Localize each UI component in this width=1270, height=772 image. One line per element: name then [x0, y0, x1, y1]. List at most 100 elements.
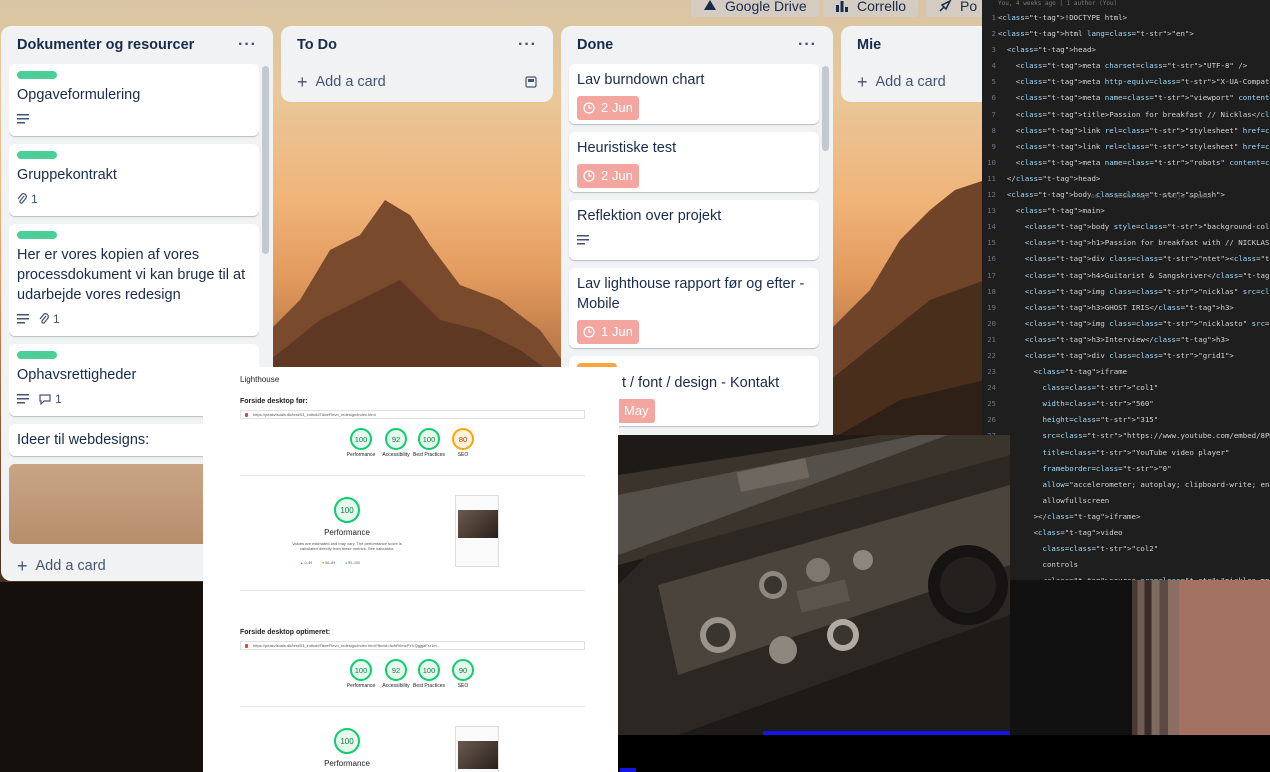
code-line[interactable]: <class="t-tag">h3>GHOST IRIS</class="t-t…	[998, 300, 1270, 316]
code-line[interactable]: class=class="t-str">"col1"	[998, 380, 1270, 396]
card-label[interactable]	[17, 151, 57, 159]
line-number: 2	[991, 29, 996, 39]
plus-icon: +	[17, 555, 28, 576]
code-line[interactable]: <class="t-tag">div class=class="t-str">"…	[998, 251, 1270, 267]
legend-average: ■ 50–89	[322, 561, 336, 565]
add-card-button[interactable]: + Add a card	[289, 64, 545, 100]
due-date-badge[interactable]: 1 Jun	[577, 320, 639, 344]
score-legend: ▲ 0–49 ■ 50–89 ● 90–100	[300, 561, 360, 565]
card-title: Gruppekontrakt	[17, 167, 117, 183]
score-label: Performance	[346, 452, 376, 458]
list-scrollbar[interactable]	[822, 66, 829, 151]
perf-description: Values are estimated and may vary. The p…	[292, 541, 402, 551]
card-lighthouse-rapport[interactable]: Lav lighthouse rapport før og efter - Mo…	[569, 268, 819, 348]
lighthouse-report-document: Lighthouse Forside desktop før: https://…	[203, 367, 619, 772]
code-line[interactable]: </class="t-tag">head>	[998, 171, 1270, 187]
code-line[interactable]: <class="t-tag">title>Passion for breakfa…	[998, 107, 1270, 123]
score-ring: 100	[350, 428, 372, 450]
card-processdokument[interactable]: Her er vores kopien af vores processdoku…	[9, 224, 259, 336]
perf-score-ring: 100	[334, 728, 360, 754]
list-title[interactable]: To Do	[297, 37, 337, 53]
due-date-badge[interactable]: 2 Jun	[577, 164, 639, 188]
code-line[interactable]: <class="t-tag">link rel=class="t-str">"s…	[998, 123, 1270, 139]
line-number: 7	[991, 109, 996, 119]
code-line[interactable]: <class="t-tag">link rel=class="t-str">"s…	[998, 139, 1270, 155]
legend-pass: ● 90–100	[345, 561, 360, 565]
card-opgaveformulering[interactable]: Opgaveformulering	[9, 64, 259, 136]
code-line[interactable]: <class="t-tag">h3>Interview</class="t-ta…	[998, 332, 1270, 348]
list-menu-icon[interactable]: ···	[518, 36, 537, 54]
line-number: 12	[987, 190, 996, 200]
code-line[interactable]: title=class="t-str">"YouTube video playe…	[998, 445, 1270, 461]
lighthouse-title: Lighthouse	[240, 375, 280, 384]
code-line[interactable]: <class="t-tag">source src=class="t-str">…	[998, 573, 1270, 580]
list-menu-icon[interactable]: ···	[238, 36, 257, 54]
line-number: 23	[987, 367, 996, 377]
card-label[interactable]	[17, 351, 57, 359]
score-label: Performance	[346, 683, 376, 689]
line-number: 3	[991, 45, 996, 55]
code-line[interactable]: allowfullscreen	[998, 493, 1270, 509]
attachment-badge: 1	[39, 309, 60, 329]
score-ring: 80	[452, 428, 474, 450]
code-line[interactable]: <class="t-tag">video	[998, 525, 1270, 541]
list-title[interactable]: Mie	[857, 37, 881, 53]
code-line[interactable]: <class="t-tag">meta name=class="t-str">"…	[998, 155, 1270, 171]
code-line[interactable]: <class="t-tag">meta charset=class="t-str…	[998, 58, 1270, 74]
code-line[interactable]: <class="t-tag">main>	[998, 203, 1270, 219]
template-icon[interactable]	[525, 76, 537, 88]
code-line[interactable]: <class="t-tag">body style=class="t-str">…	[998, 219, 1270, 235]
wood-texture-image	[1132, 580, 1270, 736]
divider	[240, 590, 585, 591]
code-line[interactable]: <class="t-tag">html lang=class="t-str">"…	[998, 26, 1270, 42]
code-line[interactable]: width=class="t-str">"560"	[998, 396, 1270, 412]
list-title[interactable]: Done	[577, 37, 613, 53]
line-number: 17	[987, 270, 996, 280]
due-date-badge[interactable]: 2 Jun	[577, 96, 639, 120]
clock-icon	[583, 170, 595, 182]
code-line[interactable]: <class="t-tag">img class=class="t-str">"…	[998, 316, 1270, 332]
card-label[interactable]	[17, 71, 57, 79]
line-number: 24	[987, 383, 996, 393]
before-url-bar: https://peakvisuals.dk/test/03_indholdTi…	[240, 410, 585, 419]
google-drive-button[interactable]: Google Drive	[691, 0, 819, 17]
card-label[interactable]	[17, 231, 57, 239]
code-content[interactable]: <class="t-tag">!DOCTYPE html> <class="t-t…	[998, 10, 1270, 580]
card-reflektion[interactable]: Reflektion over projekt	[569, 200, 819, 260]
code-line[interactable]: class=class="t-str">"col2"	[998, 541, 1270, 557]
code-line[interactable]: src=class="t-str">"https://www.youtube.c…	[998, 428, 1270, 444]
code-line[interactable]: <class="t-tag">h1>Passion for breakfast …	[998, 235, 1270, 251]
perf-label: Performance	[324, 528, 370, 537]
google-drive-icon	[704, 0, 716, 10]
code-line[interactable]: ></class="t-tag">iframe>	[998, 509, 1270, 525]
list-scrollbar[interactable]	[262, 66, 269, 254]
corrello-button[interactable]: Corrello	[823, 0, 919, 17]
score-ring: 100	[418, 428, 440, 450]
score-ring: 100	[418, 659, 440, 681]
card-gruppekontrakt[interactable]: Gruppekontrakt 1	[9, 144, 259, 216]
score-ring: 90	[452, 659, 474, 681]
after-heading: Forside desktop optimeret:	[240, 629, 331, 636]
legend-fail: ▲ 0–49	[300, 561, 313, 565]
line-number: 5	[991, 77, 996, 87]
code-line[interactable]: <class="t-tag">!DOCTYPE html>	[998, 10, 1270, 26]
code-line[interactable]: <class="t-tag">meta http-equiv=class="t-…	[998, 74, 1270, 90]
list-title[interactable]: Dokumenter og resourcer	[17, 37, 194, 53]
code-line[interactable]: <class="t-tag">head>	[998, 42, 1270, 58]
code-line[interactable]: frameborder=class="t-str">"0"	[998, 461, 1270, 477]
divider	[240, 475, 585, 476]
code-line[interactable]: controls	[998, 557, 1270, 573]
code-line[interactable]: <class="t-tag">img class=class="t-str">"…	[998, 284, 1270, 300]
before-heading: Forside desktop før:	[240, 398, 308, 405]
code-line[interactable]: height=class="t-str">"315"	[998, 412, 1270, 428]
code-line[interactable]: <class="t-tag">h4>Guitarist & Sangskrive…	[998, 268, 1270, 284]
code-line[interactable]: <class="t-tag">iframe	[998, 364, 1270, 380]
list-menu-icon[interactable]: ···	[798, 36, 817, 54]
code-line[interactable]: allow="accelerometer; autoplay; clipboar…	[998, 477, 1270, 493]
card-heuristiske-test[interactable]: Heuristiske test 2 Jun	[569, 132, 819, 192]
code-line[interactable]: <class="t-tag">meta name=class="t-str">"…	[998, 90, 1270, 106]
add-card-button[interactable]: + Add a card	[849, 64, 993, 100]
code-line[interactable]: <class="t-tag">div class=class="t-str">"…	[998, 348, 1270, 364]
description-icon	[17, 314, 29, 324]
card-burndown[interactable]: Lav burndown chart 2 Jun	[569, 64, 819, 124]
